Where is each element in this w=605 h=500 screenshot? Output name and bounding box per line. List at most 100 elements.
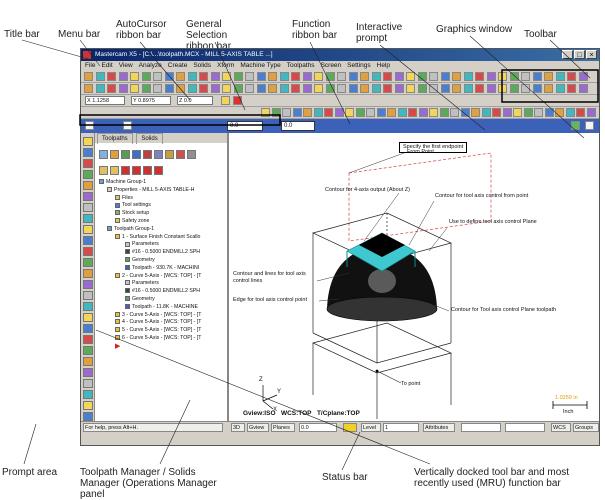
toolbar-button-icon[interactable] (408, 108, 417, 117)
toolbar-button-icon[interactable] (303, 108, 312, 117)
toolbar-button-icon[interactable] (471, 108, 480, 117)
toolbar-button-icon[interactable] (118, 84, 128, 93)
toolbar-button-icon[interactable] (371, 72, 381, 81)
toolbar-button-icon[interactable] (509, 84, 519, 93)
tree-item[interactable]: Geometry (97, 296, 227, 304)
docked-tool-icon[interactable] (83, 357, 93, 366)
toolbar-button-icon[interactable] (475, 84, 484, 93)
docked-tool-icon[interactable] (83, 203, 93, 212)
toolbar-button-icon[interactable] (314, 72, 323, 81)
regenerate-icon[interactable] (110, 150, 119, 159)
toolbar-button-icon[interactable] (107, 72, 116, 81)
toolbar-button-icon[interactable] (486, 72, 496, 81)
toolbar-button-icon[interactable] (440, 72, 450, 81)
toolbar-button-icon[interactable] (498, 72, 507, 81)
toolbar-button-icon[interactable] (417, 72, 427, 81)
docked-tool-icon[interactable] (83, 170, 93, 179)
tree-item[interactable]: 2 - Curve 5-Axis - [WCS: TOP] - [T (97, 273, 227, 281)
toolbar-button-icon[interactable] (279, 84, 289, 93)
toolbar-button-icon[interactable] (509, 72, 519, 81)
verify-icon[interactable] (143, 150, 152, 159)
toolbar-button-icon[interactable] (440, 84, 450, 93)
toolbar-button-icon[interactable] (348, 84, 358, 93)
toolbar-button-icon[interactable] (176, 84, 185, 93)
toolbar-button-icon[interactable] (222, 84, 231, 93)
menu-help[interactable]: Help (377, 61, 390, 71)
toolbar-button-icon[interactable] (383, 72, 392, 81)
toolbar-button-icon[interactable] (325, 72, 335, 81)
toolbar-button-icon[interactable] (429, 108, 438, 117)
toolbar-button-icon[interactable] (141, 72, 151, 81)
toolbar-button-icon[interactable] (325, 84, 335, 93)
toolbar-button-icon[interactable] (324, 108, 333, 117)
tree-item[interactable]: 6 - Curve 5-Axis - [WCS: TOP] - [T (97, 335, 227, 343)
tab-toolpaths[interactable]: Toolpaths (97, 133, 133, 144)
toolbar-button-icon[interactable] (502, 108, 512, 117)
toolbar-button-icon[interactable] (84, 84, 93, 93)
line-option-icon[interactable] (123, 121, 132, 130)
tree-item[interactable]: 4 - Curve 5-Axis - [WCS: TOP] - [T (97, 319, 227, 327)
toolbar-button-icon[interactable] (460, 108, 470, 117)
status-level-field[interactable]: 1 (383, 423, 419, 432)
toolbar-button-icon[interactable] (271, 108, 281, 117)
menu-solids[interactable]: Solids (193, 61, 211, 71)
toolbar-button-icon[interactable] (355, 108, 365, 117)
tree-item[interactable]: #16 - 0.5000 ENDMILL2 SPH (97, 249, 227, 257)
toolbar-button-icon[interactable] (452, 84, 461, 93)
lock-icon[interactable] (99, 166, 108, 175)
tree-item[interactable]: Safety zone (97, 218, 227, 226)
backplot-icon[interactable] (132, 150, 141, 159)
tree-item[interactable]: Machine Group-1 (97, 179, 227, 187)
toolbar-button-icon[interactable] (371, 84, 381, 93)
status-line-width[interactable] (505, 423, 545, 432)
x-coordinate-field[interactable]: X 1.1258 (85, 96, 125, 105)
toolbar-button-icon[interactable] (450, 108, 459, 117)
toolbar-button-icon[interactable] (210, 72, 220, 81)
toolbar-button-icon[interactable] (486, 84, 496, 93)
toolbar-button-icon[interactable] (567, 72, 576, 81)
z-coordinate-field[interactable]: Z 0.0 (177, 96, 213, 105)
toolbar-button-icon[interactable] (233, 84, 243, 93)
status-z-field[interactable]: 0.0 (299, 423, 337, 432)
tab-solids[interactable]: Solids (136, 133, 163, 144)
toolbar-button-icon[interactable] (337, 84, 346, 93)
docked-tool-icon[interactable] (83, 225, 93, 234)
highfeed-icon[interactable] (176, 150, 185, 159)
toolbar-button-icon[interactable] (492, 108, 501, 117)
toolbar-button-icon[interactable] (383, 84, 392, 93)
toolbar-button-icon[interactable] (130, 72, 139, 81)
toolbar-button-icon[interactable] (555, 72, 565, 81)
toggle-posting-icon[interactable] (110, 166, 119, 175)
toolbar-button-icon[interactable] (95, 72, 105, 81)
toolbar-button-icon[interactable] (210, 84, 220, 93)
close-button[interactable]: × (586, 50, 597, 59)
toolbar-button-icon[interactable] (567, 84, 576, 93)
tree-item[interactable]: 3 - Curve 5-Axis - [WCS: TOP] - [T (97, 312, 227, 320)
graphics-window[interactable]: Specify the first endpoint From Point Co… (229, 133, 599, 421)
toolbar-button-icon[interactable] (176, 72, 185, 81)
docked-tool-icon[interactable] (83, 302, 93, 311)
toolbar-button-icon[interactable] (256, 84, 266, 93)
toolbar-button-icon[interactable] (337, 72, 346, 81)
docked-tool-icon[interactable] (83, 236, 93, 245)
toolbar-button-icon[interactable] (187, 84, 197, 93)
toolbar-button-icon[interactable] (475, 72, 484, 81)
toolbar-button-icon[interactable] (256, 72, 266, 81)
docked-tool-icon[interactable] (83, 324, 93, 333)
tree-item[interactable]: Parameters (97, 280, 227, 288)
toolbar-button-icon[interactable] (376, 108, 386, 117)
tree-item[interactable]: Toolpath - 11.8K - MACHINE (97, 304, 227, 312)
angle-field[interactable]: 0.0 (281, 121, 315, 131)
docked-tool-icon[interactable] (83, 291, 93, 300)
toolbar-button-icon[interactable] (199, 72, 208, 81)
toolbar-button-icon[interactable] (578, 72, 588, 81)
toolbar-button-icon[interactable] (334, 108, 344, 117)
tree-item[interactable]: #16 - 0.5000 ENDMILL2 SPH (97, 288, 227, 296)
toolbar-button-icon[interactable] (523, 108, 533, 117)
help-icon[interactable] (585, 121, 594, 130)
toolbar-button-icon[interactable] (164, 84, 174, 93)
toolbar-button-icon[interactable] (576, 108, 585, 117)
toolbar-button-icon[interactable] (313, 108, 323, 117)
toolbar-button-icon[interactable] (291, 72, 300, 81)
move-down-icon[interactable] (121, 166, 130, 175)
